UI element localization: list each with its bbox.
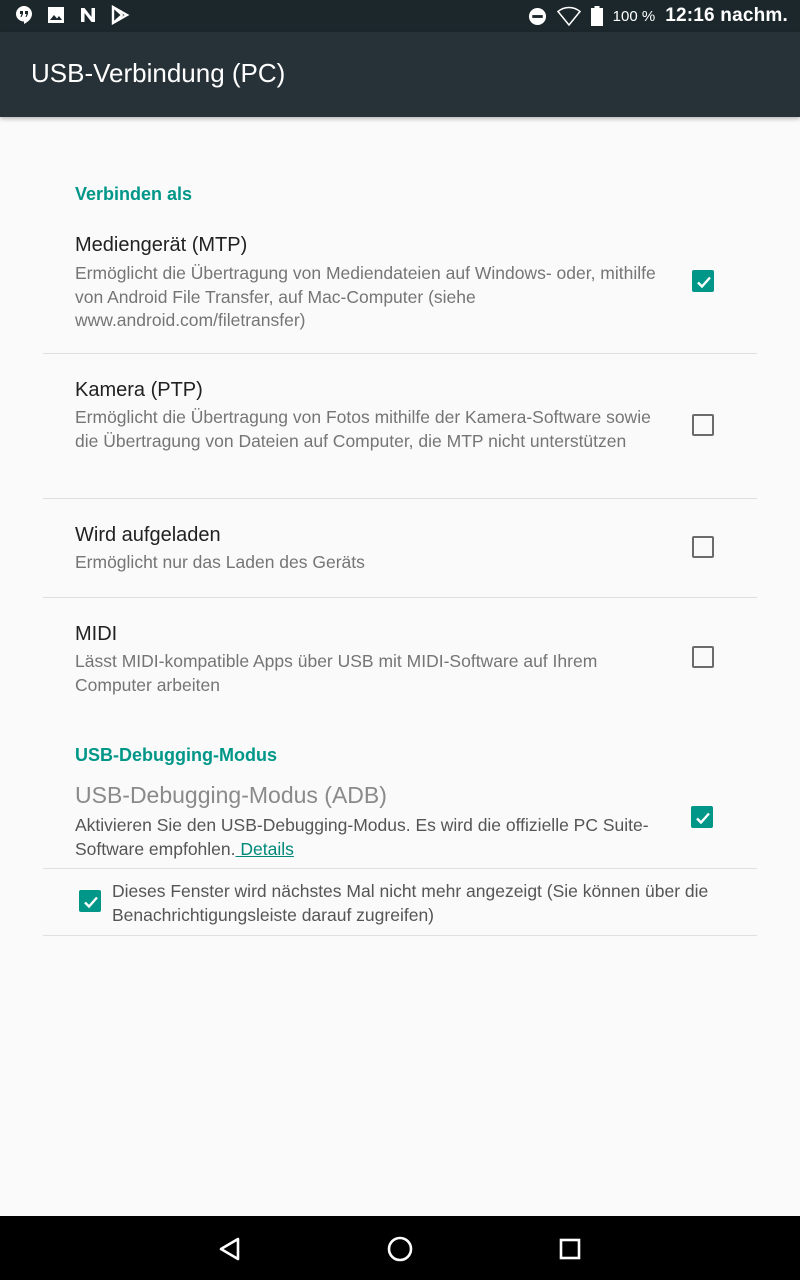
do-not-disturb-icon — [528, 7, 547, 26]
option-summary: Lässt MIDI-kompatible Apps über USB mit … — [75, 651, 598, 695]
recents-icon — [559, 1238, 581, 1260]
divider — [43, 935, 757, 936]
option-mtp[interactable]: Mediengerät (MTP) Ermöglicht die Übertra… — [43, 222, 757, 353]
ptp-checkbox[interactable] — [692, 414, 714, 436]
status-bar: 100 % 12:16 nachm. — [0, 0, 800, 32]
dont-show-label: Dieses Fenster wird nächstes Mal nicht m… — [112, 881, 709, 925]
app-bar: USB-Verbindung (PC) — [0, 32, 800, 117]
back-button[interactable] — [215, 1234, 245, 1264]
play-store-icon — [110, 5, 130, 25]
charging-checkbox[interactable] — [692, 536, 714, 558]
option-summary: Ermöglicht die Übertragung von Mediendat… — [75, 263, 656, 330]
wifi-icon — [556, 6, 581, 26]
section-header-connect-as: Verbinden als — [75, 184, 193, 204]
n-icon — [78, 5, 98, 25]
details-link[interactable]: Details — [236, 839, 294, 859]
divider — [43, 868, 757, 869]
midi-checkbox[interactable] — [692, 646, 714, 668]
page-title: USB-Verbindung (PC) — [31, 58, 286, 88]
dont-show-checkbox[interactable] — [79, 890, 101, 912]
option-ptp[interactable]: Kamera (PTP) Ermöglicht die Übertragung … — [43, 354, 757, 498]
checkmark-icon — [697, 276, 711, 289]
option-summary: Ermöglicht nur das Laden des Geräts — [75, 552, 365, 572]
hangouts-icon — [14, 5, 34, 25]
notification-icons — [14, 5, 130, 25]
option-title: Wird aufgeladen — [75, 524, 221, 546]
option-title: Kamera (PTP) — [75, 379, 203, 401]
adb-checkbox[interactable] — [691, 806, 713, 828]
adb-summary-text: Aktivieren Sie den USB-Debugging-Modus. … — [75, 815, 649, 859]
mtp-checkbox[interactable] — [692, 270, 714, 292]
home-button[interactable] — [385, 1234, 415, 1264]
option-title: MIDI — [75, 623, 118, 645]
home-icon — [387, 1236, 413, 1262]
checkmark-icon — [696, 812, 710, 825]
navigation-bar — [0, 1216, 800, 1280]
option-midi[interactable]: MIDI Lässt MIDI-kompatible Apps über USB… — [43, 598, 757, 716]
battery-percent: 100 % — [612, 7, 656, 25]
battery-icon — [590, 6, 603, 26]
image-icon — [46, 5, 66, 25]
adb-summary: Aktivieren Sie den USB-Debugging-Modus. … — [75, 814, 665, 861]
option-charging[interactable]: Wird aufgeladen Ermöglicht nur das Laden… — [43, 499, 757, 597]
section-header-debugging: USB-Debugging-Modus — [75, 745, 277, 765]
clock: 12:16 nachm. — [665, 5, 788, 26]
option-title: Mediengerät (MTP) — [75, 234, 248, 256]
adb-title: USB-Debugging-Modus (ADB) — [75, 782, 387, 808]
checkmark-icon — [84, 896, 98, 909]
option-summary: Ermöglicht die Übertragung von Fotos mit… — [75, 407, 651, 451]
recents-button[interactable] — [555, 1234, 585, 1264]
back-icon — [219, 1237, 240, 1261]
option-adb[interactable]: USB-Debugging-Modus (ADB) Aktivieren Sie… — [43, 770, 757, 868]
